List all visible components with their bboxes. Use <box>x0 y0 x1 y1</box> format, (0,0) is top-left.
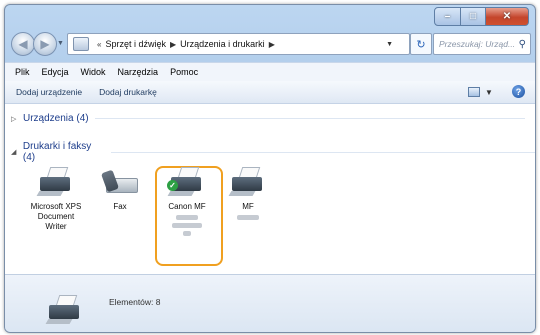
printer-icon <box>36 165 76 199</box>
title-bar: – □ ✕ <box>5 5 535 27</box>
group-divider <box>111 151 535 153</box>
chevron-right-icon[interactable]: ▷ <box>11 115 18 123</box>
group-header-devices[interactable]: ▷ Urządzenia (4) <box>11 113 525 124</box>
arrow-left-icon: ◀ <box>18 37 28 51</box>
caption-buttons: – □ ✕ <box>434 7 529 26</box>
navigation-bar: ◀ ▶ ▼ « Sprzęt i dźwięk ▶ Urządzenia i d… <box>5 29 535 59</box>
devices-and-printers-icon <box>45 293 85 327</box>
add-printer-button[interactable]: Dodaj drukarkę <box>99 87 157 97</box>
address-bar[interactable]: « Sprzęt i dźwięk ▶ Urządzenia i drukark… <box>67 33 410 55</box>
breadcrumb-item[interactable]: Urządzenia i drukarki <box>180 39 265 49</box>
chevron-down-icon: ▼ <box>485 87 493 97</box>
redacted-text <box>237 215 259 220</box>
recent-pages-dropdown[interactable]: ▼ <box>57 40 64 47</box>
fax-icon <box>100 165 140 199</box>
search-input[interactable]: Przeszukaj: Urząd... ⚲ <box>433 33 531 55</box>
minimize-button[interactable]: – <box>434 7 461 26</box>
change-view-button[interactable]: ▼ <box>468 85 494 99</box>
menu-view[interactable]: Widok <box>81 67 106 77</box>
help-button[interactable]: ? <box>512 85 525 98</box>
redacted-text <box>176 215 198 220</box>
breadcrumb-overflow[interactable]: « <box>97 40 101 49</box>
chevron-down-icon[interactable]: ◢ <box>11 148 18 156</box>
item-label: Fax <box>113 202 127 211</box>
printer-icon <box>228 165 268 199</box>
forward-button[interactable]: ▶ <box>33 32 57 56</box>
printer-item-fax[interactable]: Fax <box>93 165 147 212</box>
chevron-right-icon[interactable]: ▶ <box>269 40 275 49</box>
menu-file[interactable]: Plik <box>15 67 30 77</box>
printer-item-xps[interactable]: Microsoft XPS Document Writer <box>29 165 83 232</box>
printer-item-canon[interactable]: ✓ Canon MF <box>160 165 214 236</box>
default-printer-check-icon: ✓ <box>167 180 178 191</box>
details-pane: Elementów: 8 <box>5 274 535 332</box>
refresh-button[interactable]: ↻ <box>410 33 432 55</box>
explorer-window: – □ ✕ ◀ ▶ ▼ « Sprzęt i dźwięk ▶ Urządzen… <box>4 4 536 333</box>
control-panel-icon <box>73 37 89 51</box>
command-bar: Dodaj urządzenie Dodaj drukarkę ▼ ? <box>5 81 535 104</box>
item-count: Elementów: 8 <box>109 297 161 307</box>
group-header-printers[interactable]: ◢ Drukarki i faksy (4) <box>11 141 535 163</box>
search-placeholder: Przeszukaj: Urząd... <box>439 39 516 49</box>
close-button[interactable]: ✕ <box>486 7 529 26</box>
menu-bar: Plik Edycja Widok Narzędzia Pomoc <box>5 62 535 81</box>
printer-icon: ✓ <box>167 165 207 199</box>
menu-help[interactable]: Pomoc <box>170 67 198 77</box>
item-label: MF <box>242 202 254 211</box>
maximize-button[interactable]: □ <box>461 7 486 26</box>
redacted-text <box>172 223 202 228</box>
back-button[interactable]: ◀ <box>11 32 35 56</box>
arrow-right-icon: ▶ <box>40 37 50 51</box>
items-view: ▷ Urządzenia (4) ◢ Drukarki i faksy (4) … <box>5 104 535 274</box>
breadcrumb-item[interactable]: Sprzęt i dźwięk <box>105 39 166 49</box>
address-dropdown-icon[interactable]: ▼ <box>386 41 393 48</box>
group-label: Drukarki i faksy (4) <box>22 141 92 163</box>
add-device-button[interactable]: Dodaj urządzenie <box>16 87 82 97</box>
printer-item-mf[interactable]: MF <box>221 165 275 220</box>
item-label: Canon MF <box>168 202 206 211</box>
refresh-icon: ↻ <box>416 38 426 51</box>
group-label: Urządzenia (4) <box>23 113 89 124</box>
redacted-text <box>183 231 191 236</box>
chevron-right-icon[interactable]: ▶ <box>170 40 176 49</box>
search-icon[interactable]: ⚲ <box>519 39 526 50</box>
menu-edit[interactable]: Edycja <box>42 67 69 77</box>
item-label: Microsoft XPS Document Writer <box>30 202 82 231</box>
help-icon: ? <box>515 86 522 97</box>
menu-tools[interactable]: Narzędzia <box>118 67 159 77</box>
group-divider <box>94 118 525 119</box>
view-icon <box>468 87 480 97</box>
